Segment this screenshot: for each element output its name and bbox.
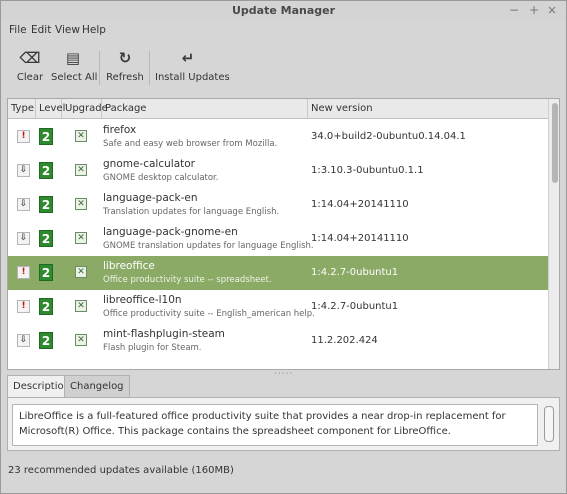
install-updates-button[interactable]: ↵ Install Updates bbox=[155, 47, 230, 91]
menubar: File Edit View Help bbox=[1, 21, 566, 41]
package-name: language-pack-en bbox=[103, 192, 198, 204]
tab-changelog[interactable]: Changelog bbox=[64, 375, 130, 397]
package-version: 1:14.04+20141110 bbox=[311, 199, 409, 210]
package-name: libreoffice-l10n bbox=[103, 294, 182, 306]
column-upgrade[interactable]: Upgrade bbox=[62, 99, 108, 119]
select-all-label: Select All bbox=[51, 72, 98, 83]
package-description: Translation updates for language English… bbox=[103, 207, 280, 217]
column-package[interactable]: Package bbox=[102, 99, 308, 119]
list-scrollbar[interactable] bbox=[548, 99, 559, 369]
toolbar: ⌫ Clear ▤ Select All ↻ Refresh ↵ Install… bbox=[1, 41, 566, 96]
package-description: Flash plugin for Steam. bbox=[103, 343, 202, 353]
upgrade-checkbox[interactable]: ✕ bbox=[75, 130, 87, 142]
package-update-icon: ⇩ bbox=[17, 334, 30, 347]
status-text: 23 recommended updates available (160MB) bbox=[8, 465, 234, 476]
table-row[interactable]: ! 2 ✕ firefox Safe and easy web browser from… bbox=[8, 120, 548, 154]
refresh-button[interactable]: ↻ Refresh bbox=[105, 47, 145, 91]
security-update-icon: ! bbox=[17, 266, 30, 279]
package-version: 34.0+build2-0ubuntu0.14.04.1 bbox=[311, 131, 466, 142]
description-text: LibreOffice is a full-featured office pr… bbox=[12, 404, 538, 446]
clear-label: Clear bbox=[16, 72, 44, 83]
window-title: Update Manager bbox=[231, 4, 336, 17]
level-badge: 2 bbox=[39, 264, 53, 281]
column-new-version[interactable]: New version bbox=[308, 99, 548, 119]
table-row[interactable]: ⇩ 2 ✕ mint-flashplugin-steam Flash plugin fo… bbox=[8, 324, 548, 358]
package-description: Office productivity suite -- English_ame… bbox=[103, 309, 315, 319]
pane-resize-grip[interactable]: ····· bbox=[274, 369, 293, 379]
table-row[interactable]: ⇩ 2 ✕ language-pack-gnome-en GNOME translati… bbox=[8, 222, 548, 256]
titlebar[interactable]: Update Manager − + × bbox=[1, 1, 566, 21]
menu-view[interactable]: View bbox=[55, 24, 80, 36]
list-header: Type Level Upgrade Package New version bbox=[8, 99, 548, 119]
level-badge: 2 bbox=[39, 332, 53, 349]
package-version: 1:4.2.7-0ubuntu1 bbox=[311, 267, 399, 278]
upgrade-checkbox[interactable]: ✕ bbox=[75, 198, 87, 210]
column-type[interactable]: Type bbox=[8, 99, 36, 119]
level-badge: 2 bbox=[39, 128, 53, 145]
level-badge: 2 bbox=[39, 196, 53, 213]
security-update-icon: ! bbox=[17, 300, 30, 313]
maximize-button[interactable]: + bbox=[527, 3, 541, 17]
menu-help[interactable]: Help bbox=[82, 24, 106, 36]
table-row[interactable]: ! 2 ✕ libreoffice-l10n Office productivity s… bbox=[8, 290, 548, 324]
minimize-button[interactable]: − bbox=[507, 3, 521, 17]
statusbar: 23 recommended updates available (160MB) bbox=[1, 456, 566, 488]
description-scrollbar[interactable] bbox=[544, 406, 554, 442]
package-description: GNOME translation updates for language E… bbox=[103, 241, 314, 251]
package-name: firefox bbox=[103, 124, 137, 136]
package-name: language-pack-gnome-en bbox=[103, 226, 238, 238]
upgrade-checkbox[interactable]: ✕ bbox=[75, 266, 87, 278]
package-update-icon: ⇩ bbox=[17, 232, 30, 245]
table-row[interactable]: ⇩ 2 ✕ gnome-calculator GNOME desktop calcula… bbox=[8, 154, 548, 188]
table-row[interactable]: ⇩ 2 ✕ language-pack-en Translation updates f… bbox=[8, 188, 548, 222]
level-badge: 2 bbox=[39, 230, 53, 247]
package-name: gnome-calculator bbox=[103, 158, 195, 170]
package-description: Office productivity suite -- spreadsheet… bbox=[103, 275, 272, 285]
scrollbar-thumb[interactable] bbox=[552, 103, 558, 183]
description-panel: LibreOffice is a full-featured office pr… bbox=[7, 397, 560, 451]
package-name: libreoffice bbox=[103, 260, 155, 272]
level-badge: 2 bbox=[39, 162, 53, 179]
package-name: mint-flashplugin-steam bbox=[103, 328, 225, 340]
close-button[interactable]: × bbox=[545, 3, 559, 17]
refresh-label: Refresh bbox=[106, 72, 144, 83]
package-version: 1:3.10.3-0ubuntu0.1.1 bbox=[311, 165, 424, 176]
package-update-icon: ⇩ bbox=[17, 164, 30, 177]
security-update-icon: ! bbox=[17, 130, 30, 143]
package-version: 1:14.04+20141110 bbox=[311, 233, 409, 244]
toolbar-separator bbox=[99, 51, 100, 85]
refresh-icon: ↻ bbox=[118, 49, 132, 67]
table-row[interactable]: ! 2 ✕ libreoffice Office productivity suite … bbox=[8, 256, 548, 290]
package-update-icon: ⇩ bbox=[17, 198, 30, 211]
package-description: Safe and easy web browser from Mozilla. bbox=[103, 139, 278, 149]
upgrade-checkbox[interactable]: ✕ bbox=[75, 232, 87, 244]
package-description: GNOME desktop calculator. bbox=[103, 173, 219, 183]
install-icon: ↵ bbox=[181, 49, 195, 67]
upgrade-checkbox[interactable]: ✕ bbox=[75, 164, 87, 176]
update-manager-window: Update Manager − + × File Edit View Help… bbox=[0, 0, 567, 494]
clear-icon: ⌫ bbox=[19, 49, 41, 67]
select-all-icon: ▤ bbox=[65, 49, 81, 67]
select-all-button[interactable]: ▤ Select All bbox=[51, 47, 98, 91]
package-version: 11.2.202.424 bbox=[311, 335, 378, 346]
install-updates-label: Install Updates bbox=[155, 72, 230, 83]
upgrade-checkbox[interactable]: ✕ bbox=[75, 300, 87, 312]
updates-list[interactable]: Type Level Upgrade Package New version !… bbox=[7, 98, 560, 370]
clear-button[interactable]: ⌫ Clear bbox=[13, 47, 47, 91]
menu-file[interactable]: File bbox=[9, 24, 27, 36]
level-badge: 2 bbox=[39, 298, 53, 315]
toolbar-separator bbox=[149, 51, 150, 85]
column-level[interactable]: Level bbox=[36, 99, 65, 119]
upgrade-checkbox[interactable]: ✕ bbox=[75, 334, 87, 346]
package-version: 1:4.2.7-0ubuntu1 bbox=[311, 301, 399, 312]
menu-edit[interactable]: Edit bbox=[31, 24, 51, 36]
